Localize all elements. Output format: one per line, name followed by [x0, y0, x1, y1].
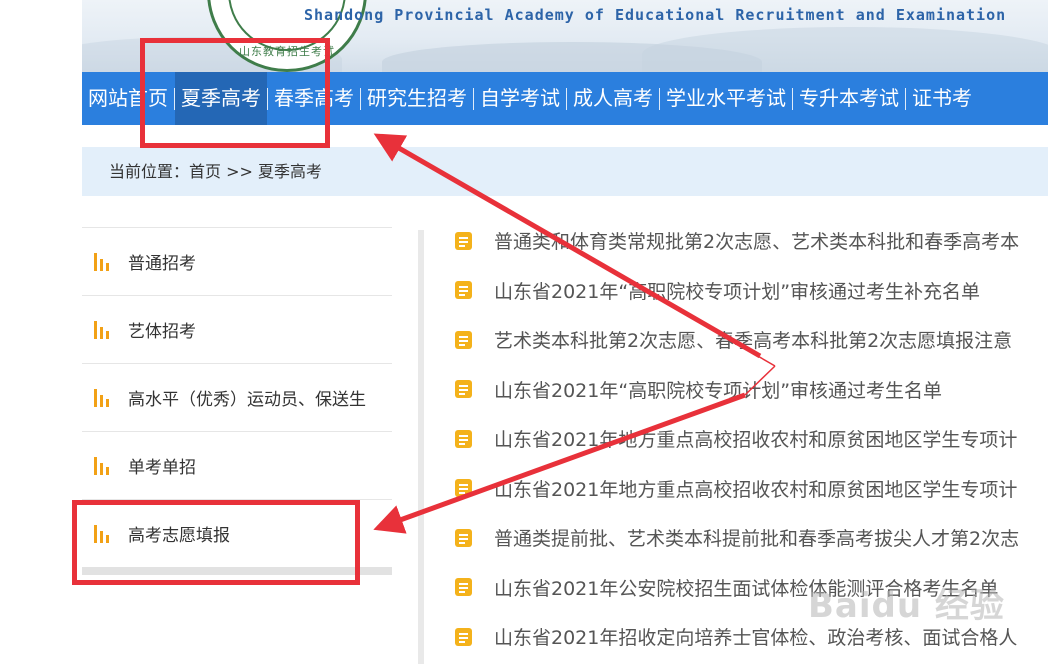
baidu-watermark: Baidu 经验 [808, 586, 1005, 626]
annotation-arrow-to-sidebar [373, 392, 746, 534]
annotation-arrow-to-nav [373, 133, 762, 359]
annotation-arrow-line [744, 365, 776, 396]
annotation-arrows [373, 133, 776, 534]
